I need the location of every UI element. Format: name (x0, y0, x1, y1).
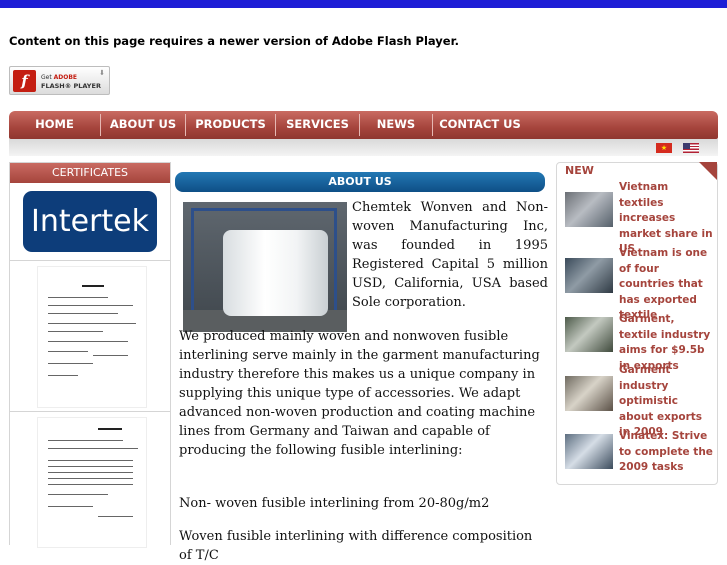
flag-us-icon[interactable] (683, 143, 699, 153)
news-thumbnail[interactable] (565, 317, 613, 352)
news-heading: NEW (565, 164, 594, 177)
news-corner-decoration (699, 162, 717, 180)
main-nav: HOME ABOUT US PRODUCTS SERVICES NEWS CON… (9, 111, 718, 139)
flash-required-message: Content on this page requires a newer ve… (9, 34, 459, 48)
flash-logo-icon: f (13, 70, 36, 92)
about-paragraph-4: Woven fusible interlining with differenc… (179, 529, 533, 563)
about-paragraph-1: Chemtek Wonven and Non-woven Manufacturi… (352, 200, 548, 310)
news-thumbnail[interactable] (565, 192, 613, 227)
nav-home[interactable]: HOME (9, 111, 100, 139)
flag-vn-icon[interactable]: ★ (656, 143, 672, 153)
certificate-document-1[interactable] (37, 266, 147, 408)
about-paragraph-3: Non- woven fusible interlining from 20-8… (179, 496, 490, 511)
intertek-logo-text: Intertek (30, 204, 149, 239)
about-paragraph-2: We produced mainly woven and nonwoven fu… (179, 329, 540, 458)
top-blue-bar (0, 0, 727, 8)
download-arrow-icon: ⬇ (99, 69, 105, 77)
sub-nav-bar (9, 139, 718, 156)
news-title[interactable]: Vinatex: Strive to complete the 2009 tas… (619, 429, 715, 476)
nav-services[interactable]: SERVICES (276, 111, 359, 139)
nav-products[interactable]: PRODUCTS (186, 111, 275, 139)
divider (10, 260, 170, 261)
get-flash-player-button[interactable]: f Get ADOBE FLASH® PLAYER ⬇ (9, 66, 110, 95)
news-thumbnail[interactable] (565, 376, 613, 411)
fabric-roll-image (183, 202, 347, 332)
certificate-document-2[interactable] (37, 417, 147, 548)
flash-button-line1: Get ADOBE (41, 74, 78, 81)
news-thumbnail[interactable] (565, 434, 613, 469)
about-us-heading: ABOUT US (175, 172, 545, 192)
divider (10, 411, 170, 412)
nav-about-us[interactable]: ABOUT US (101, 111, 185, 139)
nav-news[interactable]: NEWS (360, 111, 432, 139)
intertek-logo[interactable]: Intertek (23, 191, 157, 252)
nav-contact-us[interactable]: CONTACT US (433, 111, 527, 139)
certificates-panel: CERTIFICATES Intertek (9, 162, 171, 548)
news-thumbnail[interactable] (565, 258, 613, 293)
certificates-heading: CERTIFICATES (10, 163, 170, 183)
flash-button-line2: FLASH® PLAYER (41, 82, 101, 90)
